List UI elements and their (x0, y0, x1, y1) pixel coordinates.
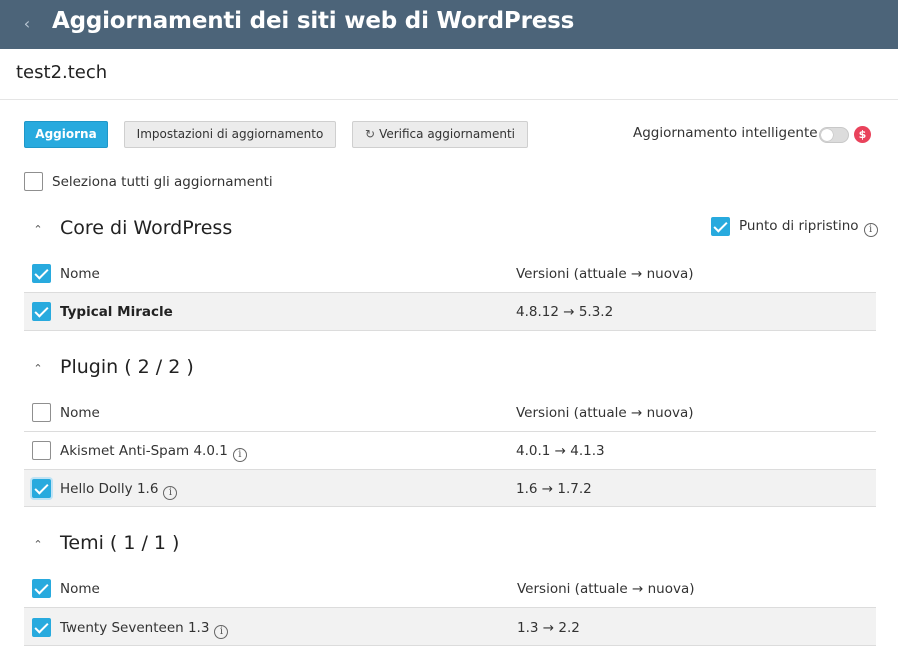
divider (0, 99, 898, 100)
core-row-name: Typical Miracle (60, 304, 173, 320)
refresh-icon: ↻ (365, 127, 376, 141)
plugin-row-name-hello-dolly: Hello Dolly 1.6 i (60, 480, 178, 500)
check-updates-label: Verifica aggiornamenti (379, 127, 515, 141)
plugin-row-checkbox-akismet[interactable] (32, 441, 51, 460)
core-header-name: Nome (60, 266, 100, 282)
themes-header-checkbox[interactable] (32, 579, 51, 598)
row-divider (24, 506, 876, 507)
core-row-checkbox[interactable] (32, 302, 51, 321)
select-all-label: Seleziona tutti gli aggiornamenti (52, 174, 273, 190)
info-icon[interactable]: i (863, 223, 878, 237)
theme-row-name: Twenty Seventeen 1.3 i (60, 619, 229, 639)
plugin-row-versions-akismet: 4.0.1 → 4.1.3 (516, 443, 605, 459)
dollar-icon[interactable]: $ (854, 126, 871, 143)
row-divider (24, 431, 876, 432)
title-bar: ‹ Aggiornamenti dei siti web di WordPres… (0, 0, 898, 49)
restore-point-checkbox[interactable] (711, 217, 730, 236)
info-icon[interactable]: i (232, 448, 247, 462)
smart-update-toggle[interactable] (819, 127, 849, 143)
toggle-knob (821, 129, 833, 141)
row-divider (24, 645, 876, 646)
plugin-row-name-akismet: Akismet Anti-Spam 4.0.1 i (60, 442, 247, 462)
plugin-row-checkbox-hello-dolly[interactable] (32, 479, 51, 498)
theme-row-versions: 1.3 → 2.2 (517, 620, 580, 636)
plugins-header-versions: Versioni (attuale → nuova) (516, 405, 694, 421)
plugins-header-name: Nome (60, 405, 100, 421)
core-header-versions: Versioni (attuale → nuova) (516, 266, 694, 282)
select-all-checkbox[interactable] (24, 172, 43, 191)
check-updates-button[interactable]: ↻ Verifica aggiornamenti (352, 121, 528, 148)
update-button[interactable]: Aggiorna (24, 121, 108, 148)
core-header-checkbox[interactable] (32, 264, 51, 283)
update-settings-button[interactable]: Impostazioni di aggiornamento (124, 121, 336, 148)
core-row-versions: 4.8.12 → 5.3.2 (516, 304, 614, 320)
plugins-header-checkbox[interactable] (32, 403, 51, 422)
theme-row-checkbox[interactable] (32, 618, 51, 637)
collapse-themes-icon[interactable]: ⌃ (32, 539, 44, 551)
info-icon[interactable]: i (163, 486, 178, 500)
site-name: test2.tech (16, 62, 108, 83)
row-divider (24, 330, 876, 331)
plugin-row-versions-hello-dolly: 1.6 → 1.7.2 (516, 481, 592, 497)
restore-point-label: Punto di ripristino i (739, 217, 878, 237)
info-icon[interactable]: i (214, 625, 229, 639)
collapse-plugins-icon[interactable]: ⌃ (32, 363, 44, 375)
plugins-section-title: Plugin ( 2 / 2 ) (60, 356, 194, 378)
collapse-core-icon[interactable]: ⌃ (32, 224, 44, 236)
themes-section-title: Temi ( 1 / 1 ) (60, 532, 180, 554)
smart-update-label: Aggiornamento intelligente (633, 125, 818, 141)
chevron-left-icon[interactable]: ‹ (20, 14, 34, 34)
page-title: Aggiornamenti dei siti web di WordPress (52, 8, 575, 34)
themes-header-versions: Versioni (attuale → nuova) (517, 581, 695, 597)
core-section-title: Core di WordPress (60, 217, 233, 239)
themes-header-name: Nome (60, 581, 100, 597)
